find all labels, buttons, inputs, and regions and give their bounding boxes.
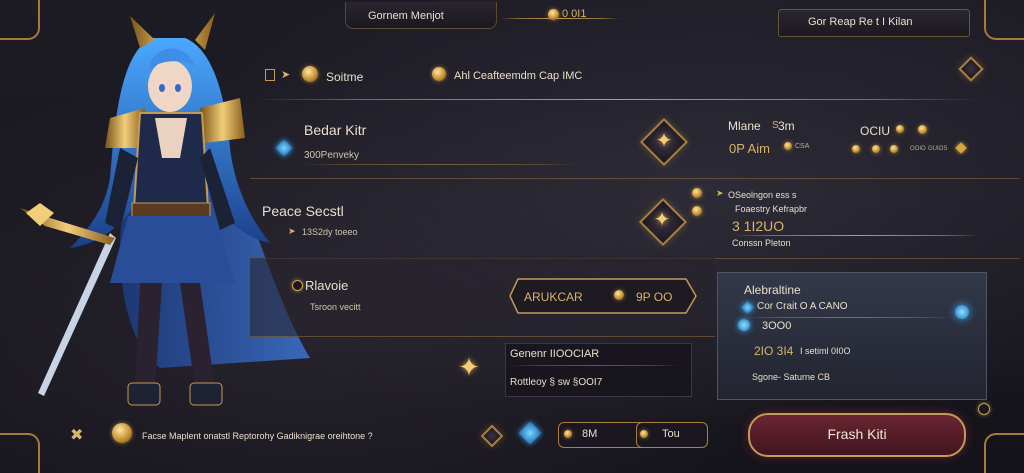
gem-icon [955, 305, 969, 319]
coin-icon [432, 67, 446, 81]
summary-label: Soitme [326, 70, 364, 84]
stat-tiny: CSA [795, 143, 810, 150]
details-value: 3OO0 [762, 320, 792, 332]
info-line: OSeolngon ess s [728, 190, 797, 200]
arrow-panel-value: 9P OO [636, 290, 673, 304]
coin-icon [692, 206, 702, 216]
oclu-label: OCIU [860, 124, 890, 138]
stat-tiny: OOIO [910, 146, 926, 152]
divider [500, 18, 620, 19]
row-sub: Tsroon vecitt [310, 302, 361, 312]
game-title: Gornem Menjot [368, 10, 444, 22]
gem-icon [738, 319, 750, 331]
bookmark-icon[interactable] [265, 69, 275, 81]
stat-tiny: GUIOS [928, 146, 948, 152]
top-right-label: Gor Reap Re t I Kilan [808, 16, 913, 28]
gem-button-icon[interactable] [518, 421, 542, 445]
info-line: Foaestry Kefrapbr [735, 204, 808, 214]
info-number: 3 1I2UO [732, 218, 785, 234]
game-screen: Gornem Menjot 0 0I1 Gor Reap Re t I Kila… [0, 0, 1024, 473]
info-line: Conssn Pleton [732, 238, 791, 248]
mini-panel-line: Rottleoy § sw §OOI7 [510, 377, 603, 388]
ring-icon [292, 280, 303, 291]
coin-icon [614, 290, 624, 300]
coin-icon [896, 125, 904, 133]
coin-icon [692, 188, 702, 198]
coin-icon [548, 9, 559, 20]
hint-text: Facse Maplent onatstl Reptorohy Gadiknig… [142, 431, 373, 441]
list-row[interactable] [250, 102, 1020, 179]
recommend-text: Ahl Ceafteemdm Cap IMC [454, 70, 583, 82]
star-icon: ✦ [653, 209, 671, 231]
divider [742, 317, 952, 318]
coin-icon [918, 125, 927, 134]
details-value: 2IO 3I4 [754, 344, 794, 358]
mini-panel-line: Genenr IIOOCIAR [510, 348, 600, 360]
coin-icon [890, 145, 898, 153]
corner-ornament [984, 0, 1024, 40]
divider [300, 164, 580, 165]
divider [255, 99, 980, 100]
corner-ornament [0, 433, 40, 473]
compass-icon[interactable] [480, 424, 504, 448]
corner-ornament [984, 433, 1024, 473]
coin-icon [112, 423, 132, 443]
arrow-panel-label: ARUKCAR [524, 290, 583, 304]
row-title: Peace Secstl [262, 203, 344, 219]
arrow-icon: ➤ [288, 226, 296, 236]
row-title: Rlavoie [305, 278, 349, 293]
details-footer: Sgone- Saturne CB [752, 372, 831, 382]
star-icon: ✦ [655, 130, 673, 152]
details-title: Alebraltine [744, 283, 801, 297]
stat-label: Mlane [728, 119, 761, 133]
star-icon: ✦ [458, 352, 480, 382]
crossed-swords-icon[interactable]: ✖ [70, 425, 83, 445]
currency-value: 0 0I1 [562, 8, 587, 20]
btn-a-label: 8M [582, 428, 598, 440]
arrow-icon: ➤ [281, 69, 291, 81]
arrow-icon: ➤ [716, 188, 724, 198]
settings-emblem-icon[interactable] [958, 56, 984, 82]
coin-icon [564, 430, 572, 438]
coin-icon [640, 430, 648, 438]
coin-icon [852, 145, 860, 153]
stat-value: 3m [778, 119, 795, 133]
coin-icon [872, 145, 880, 153]
btn-b-label: Tou [662, 428, 680, 440]
primary-action-label: Frash Kiti [827, 426, 887, 442]
divider [732, 235, 982, 236]
row-sub: 300Penveky [304, 150, 360, 161]
row-title: Bedar Kitr [304, 122, 367, 138]
aim-label: 0P Aim [729, 141, 770, 156]
primary-action-button[interactable]: Frash Kiti [748, 413, 966, 457]
row-sub: 13S2dy toeeo [302, 227, 358, 237]
details-value: I setiml 0I0O [800, 346, 851, 356]
details-line: Cor Crait O A CANO [757, 301, 848, 312]
list-row[interactable] [250, 178, 1020, 259]
ring-icon [978, 403, 990, 415]
divider [510, 365, 680, 366]
coin-icon [784, 142, 792, 150]
coin-icon [302, 66, 318, 82]
